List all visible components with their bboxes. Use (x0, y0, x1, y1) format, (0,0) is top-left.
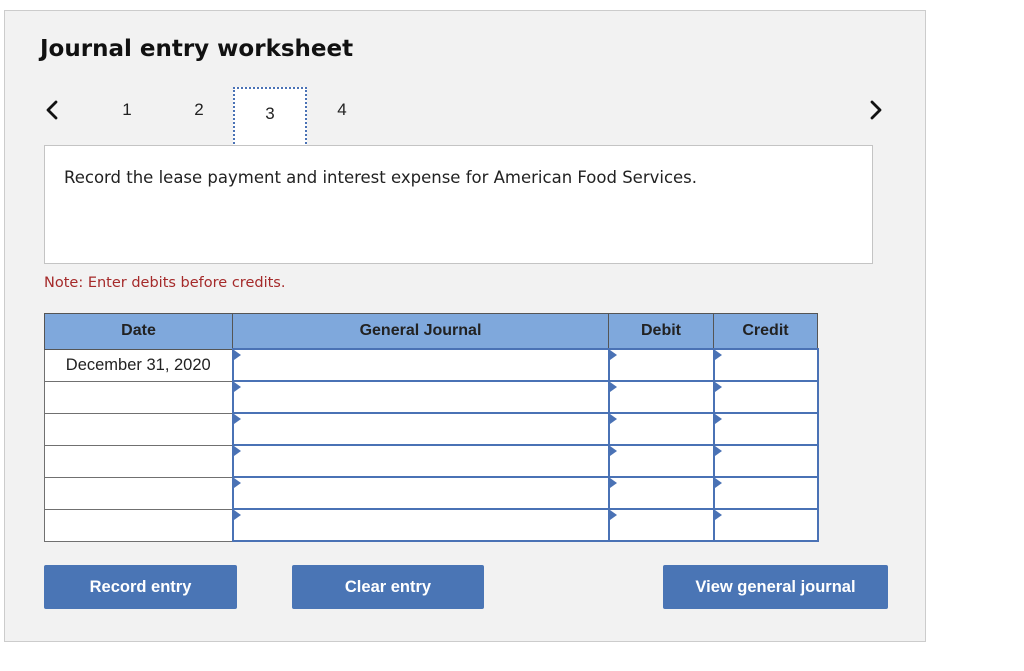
column-header-general-journal: General Journal (232, 313, 609, 350)
note-text: Note: Enter debits before credits. (44, 275, 286, 291)
table-row (44, 508, 819, 542)
dropdown-flag-icon (714, 478, 722, 488)
dropdown-flag-icon (714, 382, 722, 392)
table-header-row: Date General Journal Debit Credit (44, 313, 818, 350)
dropdown-flag-icon (233, 446, 241, 456)
credit-input[interactable] (712, 508, 819, 542)
dropdown-flag-icon (233, 382, 241, 392)
table-row (44, 412, 819, 446)
dropdown-flag-icon (609, 510, 617, 520)
dropdown-flag-icon (609, 478, 617, 488)
date-cell[interactable] (44, 412, 233, 446)
prev-button[interactable] (42, 98, 62, 124)
next-button[interactable] (866, 98, 886, 124)
date-cell[interactable]: December 31, 2020 (44, 348, 233, 382)
credit-input[interactable] (712, 380, 819, 414)
column-header-date: Date (44, 313, 233, 350)
dropdown-flag-icon (714, 350, 722, 360)
dropdown-flag-icon (609, 350, 617, 360)
debit-input[interactable] (607, 348, 715, 382)
general-journal-input[interactable] (231, 412, 610, 446)
table-row (44, 380, 819, 414)
credit-input[interactable] (712, 348, 819, 382)
dropdown-flag-icon (714, 510, 722, 520)
general-journal-input[interactable] (231, 348, 610, 382)
date-cell[interactable] (44, 444, 233, 478)
dropdown-flag-icon (609, 382, 617, 392)
dropdown-flag-icon (233, 510, 241, 520)
debit-input[interactable] (607, 412, 715, 446)
debit-input[interactable] (607, 444, 715, 478)
journal-table: Date General Journal Debit Credit Decemb… (44, 313, 819, 542)
step-3-active[interactable]: 3 (233, 87, 307, 147)
dropdown-flag-icon (233, 414, 241, 424)
chevron-right-icon (870, 100, 882, 120)
column-header-debit: Debit (608, 313, 714, 350)
general-journal-input[interactable] (231, 476, 610, 510)
table-row: December 31, 2020 (44, 348, 819, 382)
credit-input[interactable] (712, 476, 819, 510)
general-journal-input[interactable] (231, 444, 610, 478)
page-title: Journal entry worksheet (40, 36, 354, 62)
step-2[interactable]: 2 (184, 100, 214, 120)
date-cell[interactable] (44, 476, 233, 510)
general-journal-input[interactable] (231, 508, 610, 542)
date-cell[interactable] (44, 508, 233, 542)
column-header-credit: Credit (713, 313, 818, 350)
dropdown-flag-icon (714, 446, 722, 456)
table-row (44, 476, 819, 510)
record-entry-button[interactable]: Record entry (44, 565, 237, 609)
clear-entry-button[interactable]: Clear entry (292, 565, 484, 609)
table-row (44, 444, 819, 478)
general-journal-input[interactable] (231, 380, 610, 414)
credit-input[interactable] (712, 412, 819, 446)
debit-input[interactable] (607, 508, 715, 542)
dropdown-flag-icon (609, 446, 617, 456)
instruction-text: Record the lease payment and interest ex… (64, 168, 698, 187)
dropdown-flag-icon (609, 414, 617, 424)
credit-input[interactable] (712, 444, 819, 478)
dropdown-flag-icon (233, 478, 241, 488)
date-cell[interactable] (44, 380, 233, 414)
step-1[interactable]: 1 (112, 100, 142, 120)
chevron-left-icon (46, 100, 58, 120)
step-4[interactable]: 4 (327, 100, 357, 120)
dropdown-flag-icon (233, 350, 241, 360)
view-general-journal-button[interactable]: View general journal (663, 565, 888, 609)
dropdown-flag-icon (714, 414, 722, 424)
instruction-box: Record the lease payment and interest ex… (44, 145, 873, 264)
debit-input[interactable] (607, 476, 715, 510)
debit-input[interactable] (607, 380, 715, 414)
